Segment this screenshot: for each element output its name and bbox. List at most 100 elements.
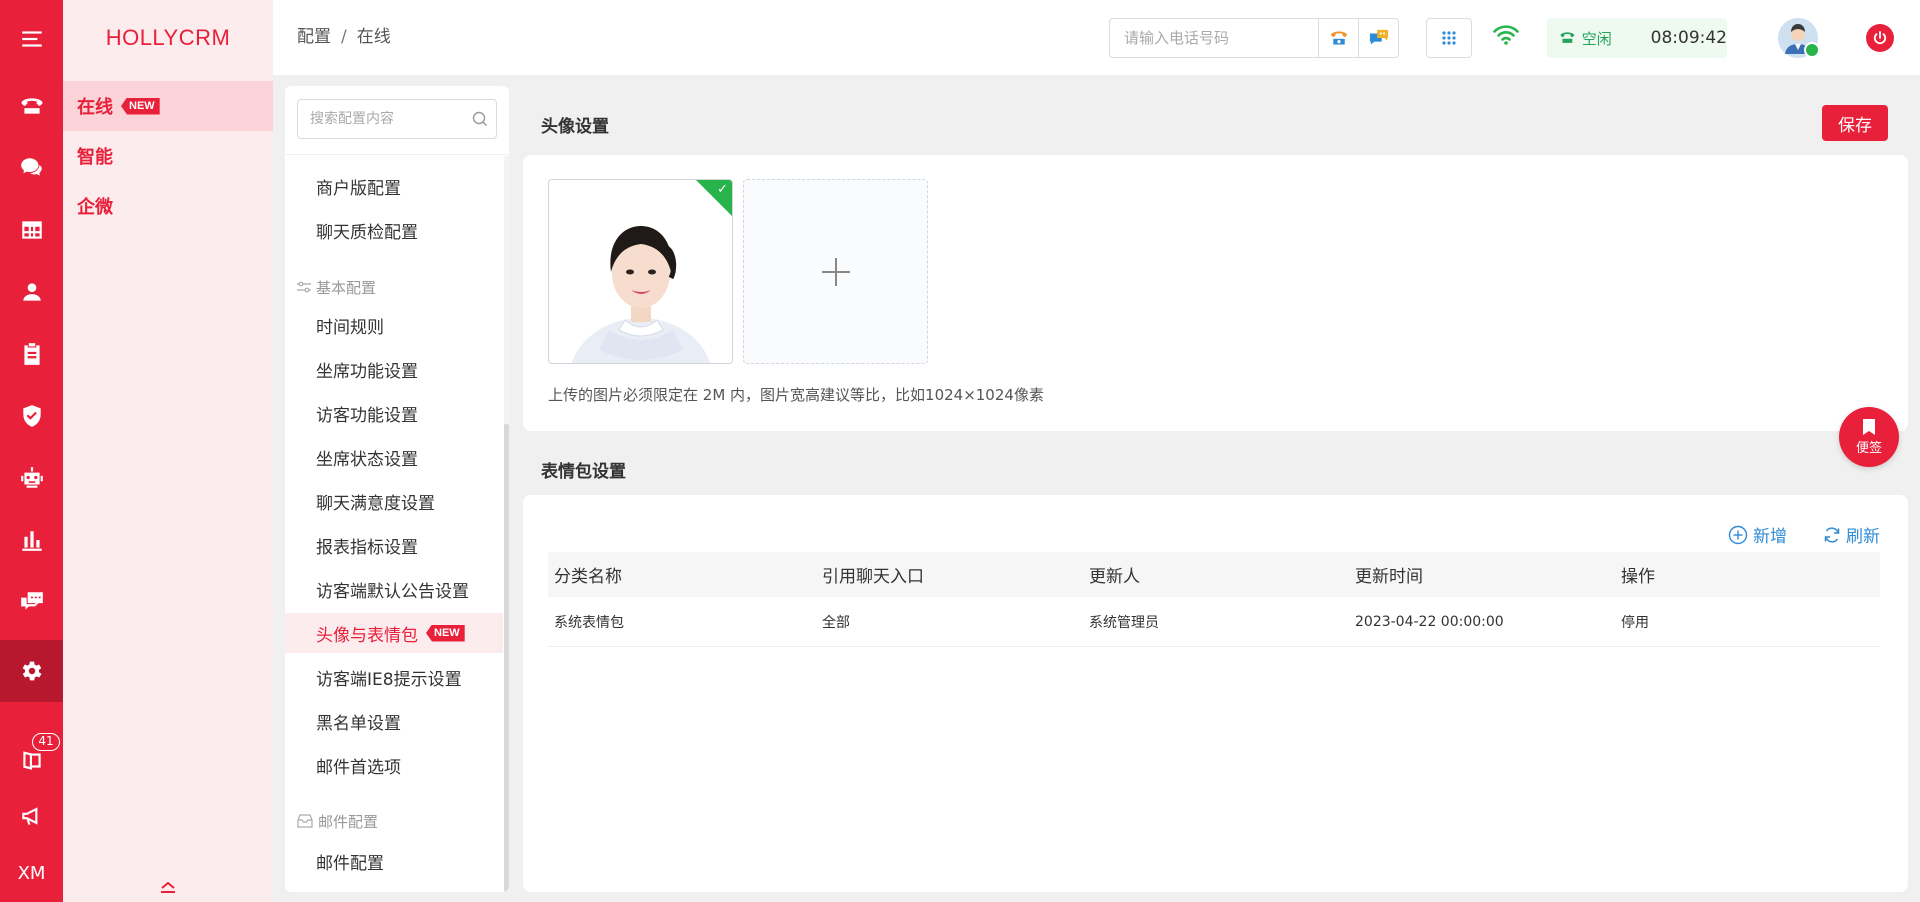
sticky-note-button[interactable]: 便签 (1839, 407, 1899, 467)
top-header: 配置/在线 空闲 08:09:42 (273, 0, 1920, 75)
refresh-label: 刷新 (1846, 527, 1880, 547)
config-item[interactable]: 坐席状态设置 (285, 437, 503, 477)
config-item[interactable]: 聊天质检配置 (285, 210, 503, 250)
config-item[interactable]: 报表指标设置 (285, 525, 503, 565)
refresh-button[interactable]: 刷新 (1823, 522, 1880, 547)
user-initials-label: XM (17, 862, 46, 884)
table-header: 分类名称 引用聊天入口 更新人 更新时间 操作 (548, 552, 1880, 597)
cell-update-time: 2023-04-22 00:00:00 (1355, 614, 1504, 630)
avatar-photo (549, 180, 732, 363)
avatar-image-tile[interactable]: ✓ (548, 179, 733, 364)
chat-call-button[interactable] (1358, 19, 1398, 57)
add-emoji-button[interactable]: 新增 (1728, 522, 1787, 547)
config-item-avatar-emoji[interactable]: 头像与表情包 NEW (285, 613, 503, 653)
mail-tray-icon (297, 814, 313, 828)
hamburger-icon (21, 31, 42, 47)
disable-link[interactable]: 停用 (1621, 598, 1649, 646)
config-item[interactable]: 黑名单设置 (285, 701, 503, 741)
message-square-icon (20, 592, 43, 610)
config-search-input[interactable] (298, 101, 464, 137)
column-header: 引用聊天入口 (822, 567, 924, 587)
shield-check-icon (22, 405, 41, 427)
column-header: 更新时间 (1355, 567, 1423, 587)
breadcrumb-item[interactable]: 配置 (297, 27, 331, 47)
config-item[interactable]: 时间规则 (285, 305, 503, 345)
chat-bubbles-icon (20, 158, 42, 176)
menu-toggle-button[interactable] (0, 8, 63, 70)
config-item[interactable]: 访客功能设置 (285, 393, 503, 433)
config-item[interactable]: 访客端IE8提示设置 (285, 657, 503, 697)
phone-number-input[interactable] (1110, 19, 1318, 57)
rail-book-button[interactable]: 41 (0, 729, 63, 791)
table-row: 系统表情包 全部 系统管理员 2023-04-22 00:00:00 停用 (548, 598, 1880, 647)
rail-message-button[interactable] (0, 571, 63, 633)
rail-shield-button[interactable] (0, 385, 63, 447)
status-clock: 08:09:42 (1650, 28, 1727, 48)
rail-settings-button[interactable] (0, 640, 63, 702)
config-item[interactable]: 邮件配置 (285, 841, 503, 881)
scrollbar-thumb[interactable] (504, 424, 509, 892)
add-label: 新增 (1753, 527, 1787, 547)
config-item[interactable]: 聊天满意度设置 (285, 481, 503, 521)
config-item[interactable]: 邮件首选项 (285, 745, 503, 785)
megaphone-icon (21, 807, 37, 825)
rail-robot-button[interactable] (0, 447, 63, 509)
module-item-online[interactable]: 在线 NEW (63, 81, 273, 131)
module-sidebar: HOLLYCRM 在线 NEW 智能 企微 (63, 0, 273, 902)
new-badge: NEW (121, 97, 160, 115)
notification-badge: 41 (32, 733, 60, 751)
save-button[interactable]: 保存 (1822, 105, 1888, 141)
search-icon (472, 111, 487, 126)
module-item-label: 智能 (77, 147, 113, 168)
grid-table-icon (21, 221, 42, 239)
config-item[interactable]: 商户版配置 (285, 166, 503, 206)
agent-avatar[interactable] (1778, 18, 1820, 58)
telephone-icon (20, 98, 43, 114)
rail-chat-button[interactable] (0, 137, 63, 199)
module-item-wecom[interactable]: 企微 (63, 181, 273, 231)
plus-circle-icon (1728, 525, 1748, 544)
config-menu-panel: 商户版配置 聊天质检配置 基本配置 时间规则 坐席功能设置 访客功能设置 坐席状… (285, 86, 509, 892)
upload-hint: 上传的图片必须限定在 2M 内，图片宽高建议等比，比如1024×1024像素 (548, 386, 1044, 404)
dial-phone-icon (1330, 31, 1347, 45)
apps-grid-button[interactable] (1426, 18, 1472, 58)
checkmark-icon: ✓ (717, 182, 728, 197)
column-header: 操作 (1621, 567, 1655, 587)
config-item[interactable]: 坐席功能设置 (285, 349, 503, 389)
config-search-box (297, 99, 497, 139)
config-item[interactable]: 访客端默认公告设置 (285, 569, 503, 609)
bookmark-icon (1863, 419, 1875, 435)
cell-category-name: 系统表情包 (554, 615, 624, 631)
rail-table-button[interactable] (0, 199, 63, 261)
robot-icon (20, 467, 43, 488)
config-group-basic: 基本配置 (297, 272, 376, 302)
search-button[interactable] (464, 111, 496, 127)
refresh-icon (1824, 526, 1840, 543)
phone-dial-box (1109, 18, 1399, 58)
gear-icon (22, 661, 41, 681)
avatar-section-title: 头像设置 (541, 117, 609, 137)
rail-announce-button[interactable] (0, 785, 63, 847)
breadcrumb-current: 在线 (356, 27, 391, 47)
agent-status-label: 空闲 (1581, 29, 1612, 48)
agent-status-box[interactable]: 空闲 08:09:42 (1547, 18, 1727, 58)
sticky-note-label: 便签 (1855, 441, 1882, 456)
dial-button[interactable] (1318, 19, 1358, 57)
emoji-section-title: 表情包设置 (541, 462, 626, 482)
rail-user-button[interactable] (0, 261, 63, 323)
cell-updater: 系统管理员 (1089, 615, 1159, 631)
module-item-label: 企微 (77, 197, 113, 218)
upload-avatar-button[interactable] (743, 179, 928, 364)
breadcrumb: 配置 / 在线 (297, 27, 391, 47)
rail-report-button[interactable] (0, 509, 63, 571)
column-header: 更新人 (1089, 567, 1140, 587)
config-group-label: 邮件配置 (318, 812, 379, 831)
plus-icon (821, 257, 850, 286)
rail-clipboard-button[interactable] (0, 323, 63, 385)
module-item-smart[interactable]: 智能 (63, 131, 273, 181)
rail-user-initials[interactable]: XM (0, 842, 63, 902)
logout-button[interactable] (1866, 24, 1894, 52)
config-group-mail: 邮件配置 (297, 806, 378, 836)
rail-phone-button[interactable] (0, 75, 63, 137)
collapse-up-icon[interactable] (158, 880, 178, 894)
